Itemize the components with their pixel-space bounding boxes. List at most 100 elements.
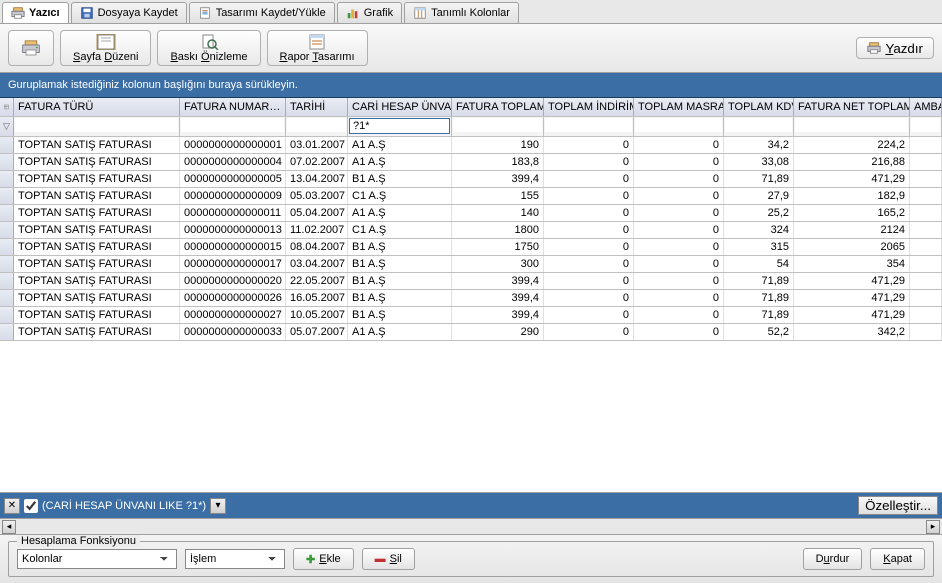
- row-handle[interactable]: [0, 154, 14, 170]
- col-header-fatura-net[interactable]: FATURA NET TOPLAMI: [794, 98, 910, 116]
- cell-amb: [910, 205, 942, 221]
- table-row[interactable]: TOPTAN SATIŞ FATURASI000000000000000103.…: [0, 137, 942, 154]
- cell-tot: 399,4: [452, 171, 544, 187]
- cell-tot: 300: [452, 256, 544, 272]
- col-header-cari-hesap[interactable]: CARİ HESAP ÜNVANI: [348, 98, 452, 116]
- tab-yazici[interactable]: Yazıcı: [2, 2, 69, 23]
- row-handle[interactable]: [0, 290, 14, 306]
- col-header-amba[interactable]: AMBA: [910, 98, 942, 116]
- cell-num: 0000000000000013: [180, 222, 286, 238]
- button-label: Ekle: [319, 553, 340, 565]
- filter-input-type[interactable]: [15, 118, 178, 132]
- filter-input-ind[interactable]: [545, 118, 632, 132]
- chart-icon: [346, 6, 360, 20]
- table-row[interactable]: TOPTAN SATIŞ FATURASI000000000000002710.…: [0, 307, 942, 324]
- cell-kdv: 71,89: [724, 171, 794, 187]
- filter-input-kdv[interactable]: [725, 118, 792, 132]
- filter-input-date[interactable]: [287, 118, 346, 132]
- row-handle[interactable]: [0, 239, 14, 255]
- filter-handle[interactable]: ▽: [0, 117, 14, 136]
- print-action-button[interactable]: Yazdır: [856, 37, 934, 59]
- filter-enable-checkbox[interactable]: [24, 499, 38, 513]
- col-header-fatura-numar[interactable]: FATURA NUMAR…: [180, 98, 286, 116]
- cell-amb: [910, 307, 942, 323]
- table-row[interactable]: TOPTAN SATIŞ FATURASI000000000000000905.…: [0, 188, 942, 205]
- cell-kdv: 71,89: [724, 290, 794, 306]
- table-row[interactable]: TOPTAN SATIŞ FATURASI000000000000001703.…: [0, 256, 942, 273]
- filter-input-net[interactable]: [795, 118, 908, 132]
- table-row[interactable]: TOPTAN SATIŞ FATURASI000000000000001105.…: [0, 205, 942, 222]
- filter-customize-button[interactable]: Özelleştir...: [858, 496, 938, 515]
- filter-close-button[interactable]: ✕: [4, 498, 20, 514]
- tab-tanimli-kolonlar[interactable]: Tanımlı Kolonlar: [404, 2, 519, 23]
- scroll-right-button[interactable]: ▸: [926, 520, 940, 534]
- col-header-fatura-turu[interactable]: FATURA TÜRÜ: [14, 98, 180, 116]
- cell-cari: B1 A.Ş: [348, 239, 452, 255]
- table-row[interactable]: TOPTAN SATIŞ FATURASI000000000000000407.…: [0, 154, 942, 171]
- row-handle[interactable]: [0, 188, 14, 204]
- cell-date: 07.02.2007: [286, 154, 348, 170]
- tab-tasarim-kaydet[interactable]: Tasarımı Kaydet/Yükle: [189, 2, 335, 23]
- cell-cari: B1 A.Ş: [348, 273, 452, 289]
- row-handle[interactable]: [0, 171, 14, 187]
- preview-icon: [199, 34, 219, 50]
- table-row[interactable]: TOPTAN SATIŞ FATURASI000000000000001508.…: [0, 239, 942, 256]
- row-handle[interactable]: [0, 222, 14, 238]
- row-handle[interactable]: [0, 256, 14, 272]
- cell-date: 16.05.2007: [286, 290, 348, 306]
- filter-input-amb[interactable]: [911, 118, 940, 132]
- stop-button[interactable]: Durdur: [803, 548, 863, 570]
- tab-dosyaya-kaydet[interactable]: Dosyaya Kaydet: [71, 2, 187, 23]
- table-row[interactable]: TOPTAN SATIŞ FATURASI000000000000001311.…: [0, 222, 942, 239]
- columns-select[interactable]: Kolonlar: [17, 549, 177, 569]
- cell-net: 216,88: [794, 154, 910, 170]
- row-handle[interactable]: [0, 273, 14, 289]
- col-header-toplam-masraf[interactable]: TOPLAM MASRAF: [634, 98, 724, 116]
- operation-select[interactable]: İşlem: [185, 549, 285, 569]
- report-icon: [198, 6, 212, 20]
- col-header-fatura-toplami[interactable]: FATURA TOPLAMI: [452, 98, 544, 116]
- row-handle[interactable]: [0, 324, 14, 340]
- scroll-left-button[interactable]: ◂: [2, 520, 16, 534]
- horizontal-scrollbar[interactable]: ◂ ▸: [0, 518, 942, 534]
- cell-tot: 290: [452, 324, 544, 340]
- cell-date: 03.01.2007: [286, 137, 348, 153]
- cell-num: 0000000000000027: [180, 307, 286, 323]
- row-handle[interactable]: [0, 307, 14, 323]
- filter-input-cari[interactable]: [349, 118, 450, 134]
- cell-net: 2065: [794, 239, 910, 255]
- print-preview-button[interactable]: Baskı Önizleme: [157, 30, 260, 66]
- cell-type: TOPTAN SATIŞ FATURASI: [14, 324, 180, 340]
- button-label: Sayfa Düzeni: [73, 51, 138, 63]
- col-header-toplam-kdv[interactable]: TOPLAM KDV: [724, 98, 794, 116]
- row-handle[interactable]: [0, 137, 14, 153]
- row-handle[interactable]: [0, 205, 14, 221]
- col-header-tarihi[interactable]: TARİHİ: [286, 98, 348, 116]
- row-selector-header[interactable]: [0, 98, 14, 116]
- add-button[interactable]: ✚ Ekle: [293, 548, 354, 570]
- col-header-toplam-indirim[interactable]: TOPLAM İNDİRİM: [544, 98, 634, 116]
- table-row[interactable]: TOPTAN SATIŞ FATURASI000000000000000513.…: [0, 171, 942, 188]
- cell-mas: 0: [634, 137, 724, 153]
- filter-input-mas[interactable]: [635, 118, 722, 132]
- filter-input-num[interactable]: [181, 118, 284, 132]
- tab-grafik[interactable]: Grafik: [337, 2, 402, 23]
- table-row[interactable]: TOPTAN SATIŞ FATURASI000000000000003305.…: [0, 324, 942, 341]
- printer-icon: [867, 41, 881, 55]
- table-row[interactable]: TOPTAN SATIŞ FATURASI000000000000002022.…: [0, 273, 942, 290]
- close-button[interactable]: Kapat: [870, 548, 925, 570]
- cell-date: 05.04.2007: [286, 205, 348, 221]
- toolbar: Sayfa Düzeni Baskı Önizleme Rapor Tasarı…: [0, 24, 942, 73]
- delete-button[interactable]: ▬ Sil: [362, 548, 415, 570]
- cell-type: TOPTAN SATIŞ FATURASI: [14, 205, 180, 221]
- filter-dropdown-button[interactable]: ▾: [210, 498, 226, 514]
- printer-button[interactable]: [8, 30, 54, 66]
- report-design-icon: [307, 34, 327, 50]
- cell-type: TOPTAN SATIŞ FATURASI: [14, 137, 180, 153]
- report-design-button[interactable]: Rapor Tasarımı: [267, 30, 368, 66]
- table-row[interactable]: TOPTAN SATIŞ FATURASI000000000000002616.…: [0, 290, 942, 307]
- cell-amb: [910, 188, 942, 204]
- page-layout-button[interactable]: Sayfa Düzeni: [60, 30, 151, 66]
- group-by-bar[interactable]: Guruplamak istediğiniz kolonun başlığını…: [0, 73, 942, 98]
- filter-input-tot[interactable]: [453, 118, 542, 132]
